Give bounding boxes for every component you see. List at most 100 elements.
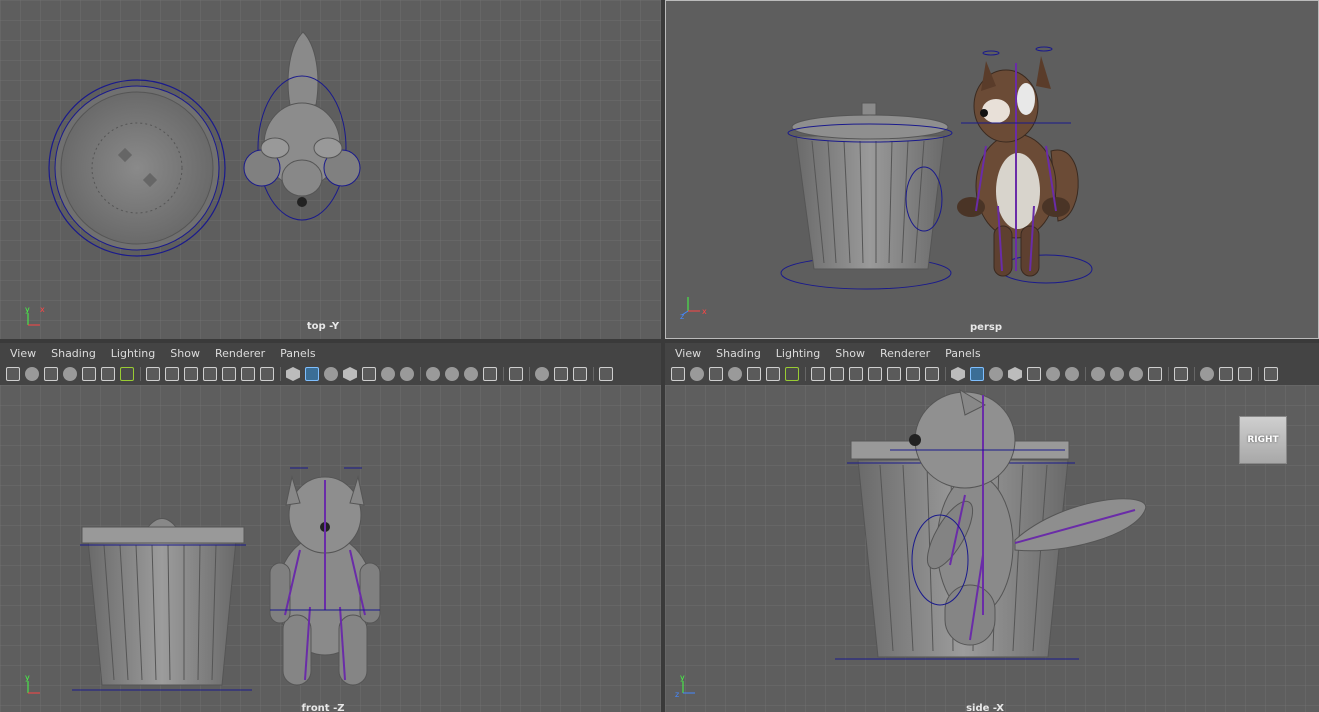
viewport-label-top: top -Y <box>306 321 340 332</box>
camera-attributes-icon[interactable] <box>44 367 58 381</box>
view-cube[interactable]: RIGHT <box>1239 416 1287 464</box>
motion-blur-icon[interactable] <box>1110 367 1124 381</box>
isolate-select-icon[interactable] <box>1174 367 1188 381</box>
side-view-scene <box>665 385 1319 712</box>
image-plane-icon[interactable] <box>82 367 96 381</box>
resolution-gate-icon[interactable] <box>184 367 198 381</box>
squirrel-front <box>269 467 381 686</box>
xray-active-icon[interactable] <box>1219 367 1233 381</box>
svg-text:y: y <box>25 673 30 682</box>
menu-show[interactable]: Show <box>170 347 200 360</box>
ambient-occlusion-icon[interactable] <box>1091 367 1105 381</box>
menu-panels[interactable]: Panels <box>945 347 980 360</box>
grease-pencil-icon[interactable] <box>120 367 134 381</box>
grease-pencil-icon[interactable] <box>785 367 799 381</box>
panel-menubar-front: View Shading Lighting Show Renderer Pane… <box>0 343 661 363</box>
multisample-aa-icon[interactable] <box>1129 367 1143 381</box>
grid-icon[interactable] <box>146 367 160 381</box>
viewport-top[interactable]: y x top -Y <box>0 0 661 339</box>
grid-icon[interactable] <box>811 367 825 381</box>
toolbar-separator <box>280 367 281 381</box>
viewport-front[interactable]: y front -Z <box>0 385 661 712</box>
camera-attributes-icon[interactable] <box>709 367 723 381</box>
menu-lighting[interactable]: Lighting <box>111 347 155 360</box>
svg-text:x: x <box>702 307 707 316</box>
bookmarks-icon[interactable] <box>63 367 77 381</box>
depth-of-field-icon[interactable] <box>1148 367 1162 381</box>
backface-culling-icon[interactable] <box>599 367 613 381</box>
menu-shading[interactable]: Shading <box>51 347 96 360</box>
film-gate-icon[interactable] <box>830 367 844 381</box>
field-chart-icon[interactable] <box>887 367 901 381</box>
multisample-aa-icon[interactable] <box>464 367 478 381</box>
xray-joints-icon[interactable] <box>1238 367 1252 381</box>
resolution-gate-icon[interactable] <box>849 367 863 381</box>
viewport-side[interactable]: y z side -X <box>665 385 1319 712</box>
menu-show[interactable]: Show <box>835 347 865 360</box>
use-lights-icon[interactable] <box>1046 367 1060 381</box>
xray-active-icon[interactable] <box>554 367 568 381</box>
smooth-shade-icon[interactable] <box>970 367 984 381</box>
textured-icon[interactable] <box>1027 367 1041 381</box>
backface-culling-icon[interactable] <box>1264 367 1278 381</box>
select-camera-icon[interactable] <box>6 367 20 381</box>
wireframe-icon[interactable] <box>286 367 300 381</box>
xray-icon[interactable] <box>1200 367 1214 381</box>
xray-icon[interactable] <box>535 367 549 381</box>
gate-mask-icon[interactable] <box>868 367 882 381</box>
film-gate-icon[interactable] <box>165 367 179 381</box>
motion-blur-icon[interactable] <box>445 367 459 381</box>
toolbar-separator <box>593 367 594 381</box>
toolbar-separator <box>1258 367 1259 381</box>
image-plane-icon[interactable] <box>747 367 761 381</box>
field-chart-icon[interactable] <box>222 367 236 381</box>
wireframe-on-shaded-icon[interactable] <box>343 367 357 381</box>
menu-renderer[interactable]: Renderer <box>215 347 265 360</box>
select-camera-icon[interactable] <box>671 367 685 381</box>
menu-lighting[interactable]: Lighting <box>776 347 820 360</box>
wireframe-icon[interactable] <box>951 367 965 381</box>
2d-pan-zoom-icon[interactable] <box>101 367 115 381</box>
squirrel-persp <box>957 46 1093 284</box>
menu-panels[interactable]: Panels <box>280 347 315 360</box>
use-default-material-icon[interactable] <box>989 367 1003 381</box>
use-default-material-icon[interactable] <box>324 367 338 381</box>
toolbar-separator <box>529 367 530 381</box>
bookmarks-icon[interactable] <box>728 367 742 381</box>
menu-shading[interactable]: Shading <box>716 347 761 360</box>
menu-renderer[interactable]: Renderer <box>880 347 930 360</box>
lock-camera-icon[interactable] <box>25 367 39 381</box>
svg-text:y: y <box>25 305 30 314</box>
svg-text:y: y <box>680 673 685 682</box>
menu-view[interactable]: View <box>675 347 701 360</box>
svg-text:z: z <box>675 690 679 699</box>
depth-of-field-icon[interactable] <box>483 367 497 381</box>
shadows-icon[interactable] <box>1065 367 1079 381</box>
toolbar-separator <box>140 367 141 381</box>
safe-action-icon[interactable] <box>906 367 920 381</box>
safe-title-icon[interactable] <box>260 367 274 381</box>
toolbar-separator <box>1194 367 1195 381</box>
use-lights-icon[interactable] <box>381 367 395 381</box>
persp-view-scene <box>780 46 1093 290</box>
wireframe-on-shaded-icon[interactable] <box>1008 367 1022 381</box>
2d-pan-zoom-icon[interactable] <box>766 367 780 381</box>
svg-text:x: x <box>40 305 45 314</box>
xray-joints-icon[interactable] <box>573 367 587 381</box>
toolbar-separator <box>805 367 806 381</box>
isolate-select-icon[interactable] <box>509 367 523 381</box>
lock-camera-icon[interactable] <box>690 367 704 381</box>
safe-action-icon[interactable] <box>241 367 255 381</box>
axis-gizmo-front: y <box>25 673 40 694</box>
panel-menubar-side: View Shading Lighting Show Renderer Pane… <box>665 343 1319 363</box>
menu-view[interactable]: View <box>10 347 36 360</box>
gate-mask-icon[interactable] <box>203 367 217 381</box>
smooth-shade-icon[interactable] <box>305 367 319 381</box>
shadows-icon[interactable] <box>400 367 414 381</box>
toolbar-separator <box>1168 367 1169 381</box>
safe-title-icon[interactable] <box>925 367 939 381</box>
viewport-persp[interactable]: z x persp <box>665 0 1319 339</box>
ambient-occlusion-icon[interactable] <box>426 367 440 381</box>
textured-icon[interactable] <box>362 367 376 381</box>
axis-gizmo-persp: z x <box>680 297 707 321</box>
